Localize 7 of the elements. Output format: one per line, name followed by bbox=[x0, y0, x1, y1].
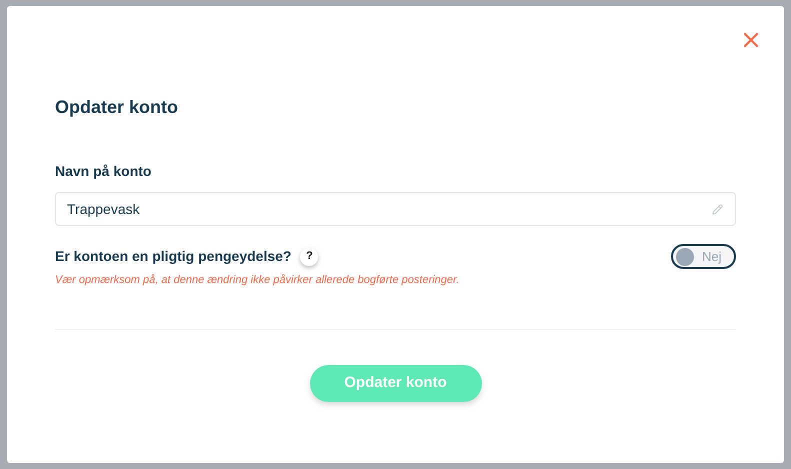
help-badge[interactable]: ? bbox=[300, 248, 318, 266]
field-label: Navn på konto bbox=[55, 162, 152, 181]
warning-text: Vær opmærksom på, at denne ændring ikke påvirker allerede bogførte posteringer. bbox=[55, 273, 460, 288]
pencil-icon bbox=[712, 204, 723, 215]
dialog-title: Opdater konto bbox=[55, 96, 180, 119]
question-label: Er kontoen en pligtig pengeydelse? bbox=[55, 247, 292, 266]
account-name-field[interactable]: Trappevask bbox=[55, 192, 736, 226]
